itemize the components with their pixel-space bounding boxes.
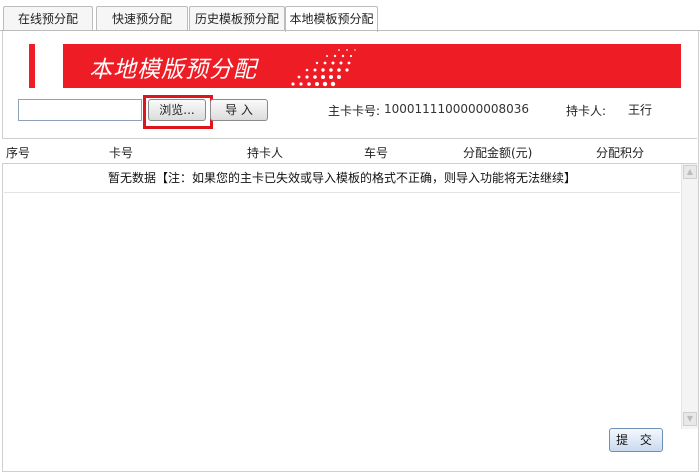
table-scrollbar[interactable]: ▲ ▼ <box>681 164 698 429</box>
table-header: 序号 卡号 持卡人 车号 分配金额(元) 分配积分 <box>2 138 697 164</box>
column-header-card-holder: 持卡人 <box>247 146 284 160</box>
browse-button[interactable]: 浏览... <box>148 99 206 121</box>
file-path-input[interactable] <box>18 99 142 121</box>
scroll-down-icon[interactable]: ▼ <box>683 412 697 426</box>
empty-table-message: 暂无数据【注：如果您的主卡已失效或导入模板的格式不正确，则导入功能将无法继续】 <box>4 164 680 193</box>
tab-bar: 在线预分配 快速预分配 历史模板预分配 本地模板预分配 <box>0 0 700 32</box>
tab-quick-preallocate[interactable]: 快速预分配 <box>96 6 188 31</box>
card-holder-name: 王行 <box>628 103 653 117</box>
banner-accent <box>35 44 63 88</box>
main-card-number: 1000111100000008036 <box>384 102 530 116</box>
banner-title: 本地模版预分配 <box>89 57 257 83</box>
main-panel <box>2 31 699 472</box>
column-header-amount: 分配金额(元) <box>463 146 533 160</box>
import-button[interactable]: 导 入 <box>210 99 268 121</box>
tab-history-template-preallocate[interactable]: 历史模板预分配 <box>189 6 285 31</box>
column-header-vehicle-number: 车号 <box>364 146 389 160</box>
column-header-card-number: 卡号 <box>109 146 134 160</box>
column-header-points: 分配积分 <box>596 146 645 160</box>
banner-dot-pattern-icon <box>291 49 356 87</box>
page-banner: 本地模版预分配 <box>29 44 681 88</box>
tab-local-template-preallocate[interactable]: 本地模板预分配 <box>285 6 378 32</box>
column-header-index: 序号 <box>6 146 31 160</box>
submit-button[interactable]: 提 交 <box>609 428 663 452</box>
card-holder-label: 持卡人: <box>566 104 607 118</box>
main-card-label: 主卡卡号: <box>328 104 381 118</box>
scroll-up-icon[interactable]: ▲ <box>683 165 697 179</box>
tab-online-preallocate[interactable]: 在线预分配 <box>3 6 93 31</box>
